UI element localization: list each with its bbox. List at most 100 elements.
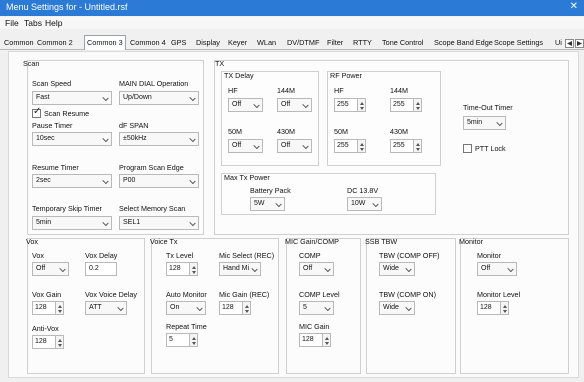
close-icon[interactable]: ✕	[570, 1, 578, 12]
select-memory-scan-select[interactable]: SEL1	[119, 216, 199, 230]
comp-select[interactable]: Off	[299, 262, 334, 276]
scan-speed-value: Fast	[36, 94, 50, 101]
anti-vox-value[interactable]: 128	[32, 335, 56, 349]
rf-power-144m-value[interactable]: 255	[390, 98, 414, 112]
tab-scroll-right-icon[interactable]	[575, 39, 584, 48]
tx-title: TX	[215, 59, 225, 68]
dc-13-8v-select[interactable]: 10W	[347, 197, 382, 211]
tx-delay-430m-select[interactable]: Off	[277, 139, 312, 153]
tbw-comp-off-select[interactable]: Wide	[379, 262, 415, 276]
tbw-comp-on-select[interactable]: Wide	[379, 301, 415, 315]
mic-gain-value[interactable]: 128	[299, 333, 323, 347]
comp-level-select[interactable]: 5	[299, 301, 334, 315]
vox-delay-field[interactable]: 0.2	[85, 262, 117, 276]
tab-common-4[interactable]: Common 4	[128, 36, 168, 49]
main-dial-operation-select[interactable]: Up/Down	[119, 91, 199, 105]
tab-scroll-left-icon[interactable]	[565, 39, 574, 48]
monitor-level-spinner[interactable]: 128	[477, 301, 509, 315]
vox-select[interactable]: Off	[32, 262, 69, 276]
resume-timer-select[interactable]: 2sec	[32, 174, 112, 188]
mic-gain-rec-spinner[interactable]: 128	[219, 301, 251, 315]
tab-tone-control[interactable]: Tone Control	[380, 36, 425, 49]
tab-common[interactable]: Common	[2, 36, 36, 49]
tab-wlan[interactable]: WLan	[255, 36, 278, 49]
tab-keyer[interactable]: Keyer	[226, 36, 249, 49]
tx-delay-430m-value: Off	[281, 142, 291, 149]
rf-power-144m-spinner[interactable]: 255	[390, 98, 422, 112]
spinner-arrows-icon[interactable]	[501, 301, 509, 315]
time-out-timer-select[interactable]: 5min	[463, 116, 506, 130]
pause-timer-select[interactable]: 10sec	[32, 132, 112, 146]
rf-power-hf-value[interactable]: 255	[334, 98, 358, 112]
repeat-time-spinner[interactable]: 5	[166, 333, 198, 347]
spinner-arrows-icon[interactable]	[414, 139, 422, 153]
tab-rtty[interactable]: RTTY	[351, 36, 374, 49]
program-scan-edge-select[interactable]: P00	[119, 174, 199, 188]
tab-ui[interactable]: Ui	[553, 36, 564, 49]
tx-level-value[interactable]: 128	[166, 262, 190, 276]
ptt-lock-checkbox[interactable]: PTT Lock	[463, 144, 506, 153]
ssb-tbw-group: SSB TBW TBW (COMP OFF) Wide TBW (COMP ON…	[365, 237, 456, 374]
main-dial-operation-label: MAIN DIAL Operation	[119, 79, 189, 88]
spinner-arrows-icon[interactable]	[414, 98, 422, 112]
main-dial-operation-value: Up/Down	[123, 94, 152, 101]
menu-bar: File Tabs Help	[0, 17, 584, 29]
spinner-arrows-icon[interactable]	[56, 335, 64, 349]
mic-gain-label: MIC Gain	[299, 322, 330, 331]
vox-gain-spinner[interactable]: 128	[32, 301, 64, 315]
spinner-arrows-icon[interactable]	[358, 139, 366, 153]
spinner-arrows-icon[interactable]	[323, 333, 331, 347]
tab-filter[interactable]: Filter	[325, 36, 345, 49]
monitor-select[interactable]: Off	[477, 262, 517, 276]
rf-power-hf-spinner[interactable]: 255	[334, 98, 366, 112]
rf-power-50m-spinner[interactable]: 255	[334, 139, 366, 153]
scan-group: Scan Scan Speed Fast MAIN DIAL Operation…	[23, 59, 204, 235]
scan-resume-checkbox[interactable]: Scan Resume	[32, 107, 89, 118]
mic-gain-rec-value[interactable]: 128	[219, 301, 243, 315]
tbw-comp-off-value: Wide	[383, 265, 399, 272]
tx-delay-hf-select[interactable]: Off	[228, 98, 263, 112]
tab-dv-dtmf[interactable]: DV/DTMF	[285, 36, 321, 49]
vox-voice-delay-label: Vox Voice Delay	[85, 290, 137, 299]
spinner-arrows-icon[interactable]	[190, 333, 198, 347]
voice-tx-title: Voice Tx	[150, 237, 178, 246]
mic-gain-spinner[interactable]: 128	[299, 333, 331, 347]
menu-file[interactable]: File	[5, 18, 19, 28]
auto-monitor-select[interactable]: On	[166, 301, 206, 315]
vox-voice-delay-select[interactable]: ATT	[85, 301, 127, 315]
tab-common-2[interactable]: Common 2	[35, 36, 75, 49]
rf-power-50m-value[interactable]: 255	[334, 139, 358, 153]
tab-display[interactable]: Display	[194, 36, 222, 49]
monitor-level-value[interactable]: 128	[477, 301, 501, 315]
spinner-arrows-icon[interactable]	[358, 98, 366, 112]
tab-gps[interactable]: GPS	[169, 36, 188, 49]
tab-common-3[interactable]: Common 3	[84, 35, 126, 50]
vox-delay-value: 0.2	[89, 265, 99, 272]
mic-gain-comp-title: MIC Gain/COMP	[285, 237, 339, 246]
rf-power-title: RF Power	[330, 71, 362, 80]
tx-level-spinner[interactable]: 128	[166, 262, 198, 276]
menu-tabs[interactable]: Tabs	[24, 18, 42, 28]
vox-gain-value[interactable]: 128	[32, 301, 56, 315]
df-span-select[interactable]: ±50kHz	[119, 132, 199, 146]
temporary-skip-timer-select[interactable]: 5min	[32, 216, 112, 230]
anti-vox-spinner[interactable]: 128	[32, 335, 64, 349]
mic-select-select[interactable]: Hand Mi	[219, 262, 261, 276]
spinner-arrows-icon[interactable]	[190, 262, 198, 276]
spinner-arrows-icon[interactable]	[56, 301, 64, 315]
tx-delay-144m-select[interactable]: Off	[277, 98, 312, 112]
rf-power-430m-spinner[interactable]: 255	[390, 139, 422, 153]
tab-scope-band-edge[interactable]: Scope Band Edge	[432, 36, 495, 49]
spinner-arrows-icon[interactable]	[243, 301, 251, 315]
tx-delay-50m-select[interactable]: Off	[228, 139, 263, 153]
rf-power-430m-value[interactable]: 255	[390, 139, 414, 153]
tx-delay-hf-value: Off	[232, 101, 242, 108]
tab-scope-settings[interactable]: Scope Settings	[492, 36, 545, 49]
scan-speed-select[interactable]: Fast	[32, 91, 112, 105]
battery-pack-select[interactable]: 5W	[250, 197, 285, 211]
repeat-time-value[interactable]: 5	[166, 333, 190, 347]
menu-help[interactable]: Help	[45, 18, 62, 28]
comp-level-label: COMP Level	[299, 290, 340, 299]
vox-group: Vox Vox Off Vox Delay 0.2 Vox Gain 128 V…	[26, 237, 145, 374]
max-tx-power-title: Max Tx Power	[224, 173, 270, 182]
